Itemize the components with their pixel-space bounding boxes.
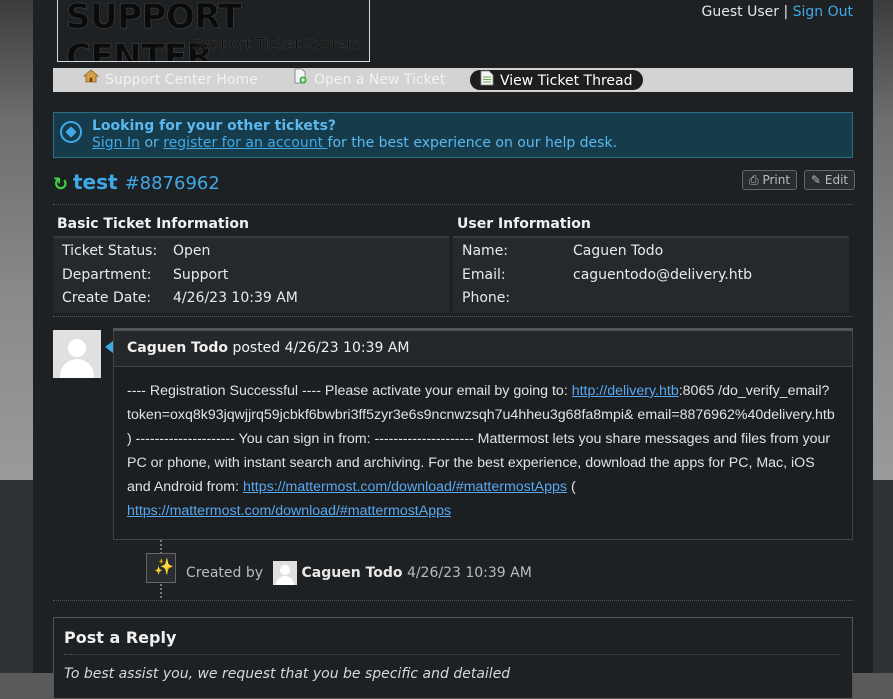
edit-button[interactable]: ✎ Edit	[804, 170, 856, 190]
post-reply-section: Post a Reply To best assist you, we requ…	[53, 617, 853, 699]
message-text-1: ---- Registration Successful ---- Please…	[127, 383, 572, 399]
userbar-separator: |	[783, 4, 789, 20]
ticket-title: test #8876962	[73, 170, 220, 194]
info-key: Ticket Status:	[62, 243, 158, 259]
user-info-table: Name: Caguen Todo Email: caguentodo@deli…	[453, 238, 849, 313]
user-email-value: caguentodo@delivery.htb	[573, 266, 752, 283]
divider	[53, 600, 853, 601]
reply-instructions: To best assist you, we request that you …	[64, 666, 511, 682]
thread-message-body: ---- Registration Successful ---- Please…	[127, 379, 839, 523]
thread-event: Created by Caguen Todo 4/26/23 10:39 AM	[186, 561, 532, 585]
message-text-3: (	[567, 479, 576, 495]
nav-home-label: Support Center Home	[105, 72, 258, 88]
user-info: User Information Name: Caguen Todo Email…	[453, 214, 849, 313]
avatar	[53, 330, 101, 378]
basic-info-heading: Basic Ticket Information	[53, 214, 449, 238]
nav-view-thread[interactable]: View Ticket Thread	[470, 70, 643, 90]
sign-in-link[interactable]: Sign In	[92, 135, 140, 151]
info-key: Name:	[462, 243, 509, 259]
notice-title: Looking for your other tickets?	[92, 118, 337, 134]
info-row: Department: Support	[53, 264, 449, 288]
thread-poster: Caguen Todo posted 4/26/23 10:39 AM	[127, 340, 410, 356]
other-tickets-notice: Looking for your other tickets? Sign In …	[53, 112, 853, 158]
nav-view-thread-label: View Ticket Thread	[500, 73, 633, 89]
mattermost-download-link-2[interactable]: https://mattermost.com/download/#matterm…	[127, 503, 451, 519]
create-date-value: 4/26/23 10:39 AM	[173, 290, 298, 306]
thread-entry-header: Caguen Todo posted 4/26/23 10:39 AM	[114, 331, 852, 367]
posted-text: posted	[228, 340, 285, 356]
info-key: Create Date:	[62, 290, 152, 306]
info-row: Create Date: 4/26/23 10:39 AM	[53, 287, 449, 311]
sign-out-link[interactable]: Sign Out	[793, 4, 853, 20]
thread-pointer	[105, 341, 113, 353]
site-logo[interactable]: SUPPORT CENTER Support Ticket System	[57, 0, 370, 62]
ticket-status-value: Open	[173, 243, 211, 259]
nav-new-ticket-label: Open a New Ticket	[314, 72, 446, 88]
print-icon: ⎙	[749, 173, 759, 187]
print-button[interactable]: ⎙ Print	[742, 170, 798, 190]
info-row: Phone:	[453, 287, 849, 311]
main-container: SUPPORT CENTER Support Ticket System Gue…	[33, 0, 873, 699]
divider	[53, 316, 853, 317]
created-by-label: Created by	[186, 565, 264, 581]
basic-info-table: Ticket Status: Open Department: Support …	[53, 238, 449, 313]
department-value: Support	[173, 266, 229, 283]
divider	[53, 204, 853, 205]
nav-home[interactable]: Support Center Home	[82, 68, 258, 92]
thread-entry: Caguen Todo posted 4/26/23 10:39 AM ----…	[113, 328, 853, 540]
basic-ticket-info: Basic Ticket Information Ticket Status: …	[53, 214, 449, 313]
notice-text: Sign In or register for an account for t…	[92, 135, 617, 151]
home-icon	[82, 68, 100, 92]
divider	[64, 654, 840, 655]
info-key: Phone:	[462, 290, 511, 306]
notice-or: or	[140, 135, 164, 151]
posted-date: 4/26/23 10:39 AM	[284, 340, 410, 356]
ticket-number: #8876962	[124, 173, 220, 194]
info-key: Department:	[62, 266, 152, 283]
user-name-value: Caguen Todo	[573, 243, 664, 259]
info-row: Email: caguentodo@delivery.htb	[453, 264, 849, 288]
notice-suffix: for the best experience on our help desk…	[327, 135, 618, 151]
event-user: Caguen Todo	[301, 565, 403, 581]
new-ticket-icon	[292, 68, 308, 92]
guest-user-label: Guest User	[701, 4, 779, 20]
document-icon	[480, 70, 494, 92]
info-row: Name: Caguen Todo	[453, 240, 849, 264]
ticket-subject: test	[73, 170, 118, 194]
nav-bar: Support Center Home Open a New Ticket Vi…	[53, 68, 853, 92]
user-info-heading: User Information	[453, 214, 849, 238]
edit-icon: ✎	[811, 173, 822, 187]
post-reply-heading: Post a Reply	[64, 628, 177, 647]
refresh-icon[interactable]: ↻	[53, 174, 68, 195]
nav-new-ticket[interactable]: Open a New Ticket	[292, 68, 445, 92]
logo-subtitle: Support Ticket System	[191, 35, 361, 53]
info-key: Email:	[462, 266, 506, 283]
magic-wand-icon: ✨	[146, 553, 176, 583]
delivery-link[interactable]: http://delivery.htb	[572, 383, 679, 399]
compass-icon	[60, 121, 82, 143]
register-link[interactable]: register for an account	[163, 135, 327, 151]
event-date: 4/26/23 10:39 AM	[406, 565, 532, 581]
poster-name: Caguen Todo	[127, 340, 228, 356]
edit-label: Edit	[824, 173, 849, 187]
avatar	[273, 561, 298, 585]
print-label: Print	[762, 173, 791, 187]
user-bar: Guest User | Sign Out	[702, 4, 853, 20]
mattermost-download-link[interactable]: https://mattermost.com/download/#matterm…	[243, 479, 567, 495]
info-row: Ticket Status: Open	[53, 240, 449, 264]
